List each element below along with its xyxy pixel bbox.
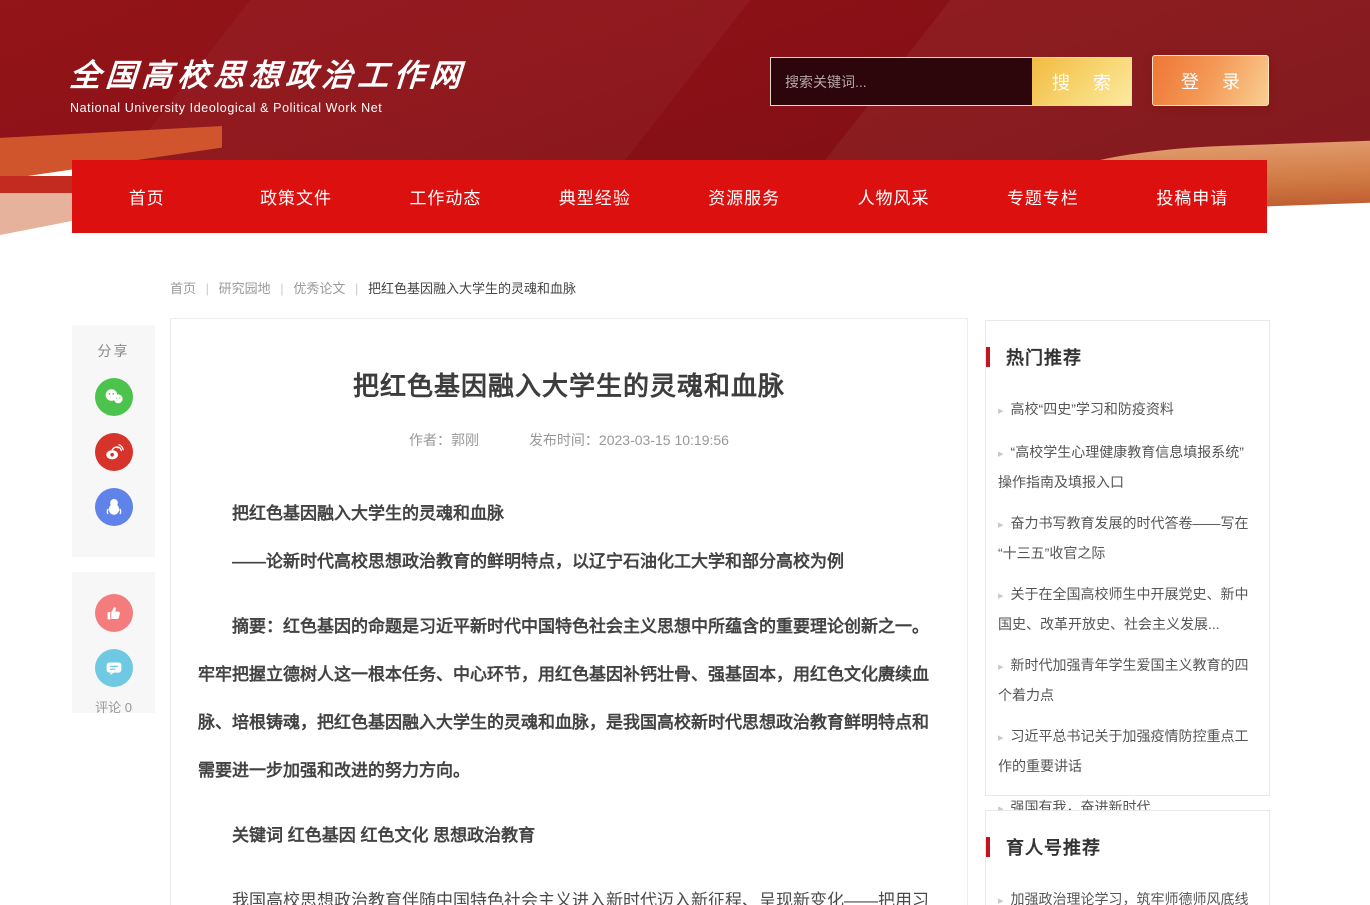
arrow-icon: ▸ — [998, 732, 1004, 744]
nav-item-home[interactable]: 首页 — [72, 184, 221, 209]
search-input[interactable] — [771, 58, 1032, 105]
list-item-label: 习近平总书记关于加强疫情防控重点工作的重要讲话 — [998, 728, 1249, 774]
login-button[interactable]: 登 录 — [1152, 55, 1269, 106]
hot-recommend-header: 热门推荐 — [986, 344, 1269, 370]
yuren-recommend-header: 育人号推荐 — [986, 834, 1269, 860]
site-logo[interactable]: 全国高校思想政治工作网 National University Ideologi… — [70, 50, 466, 115]
nav-item-topics[interactable]: 专题专栏 — [968, 184, 1117, 209]
comment-button[interactable] — [95, 649, 133, 687]
article-author: 作者：郭刚 — [409, 432, 479, 448]
qq-share-button[interactable] — [95, 488, 133, 526]
list-item[interactable]: ▸习近平总书记关于加强疫情防控重点工作的重要讲话 — [998, 722, 1255, 780]
list-item[interactable]: ▸“高校学生心理健康教育信息填报系统”操作指南及填报入口 — [998, 438, 1255, 496]
hot-recommend-panel: 热门推荐 ▸高校“四史”学习和防疫资料 ▸“高校学生心理健康教育信息填报系统”操… — [985, 320, 1270, 796]
article-keywords: 关键词 红色基因 红色文化 思想政治教育 — [198, 812, 929, 860]
site-logo-title: 全国高校思想政治工作网 — [68, 50, 467, 95]
comment-bubble-icon — [103, 657, 125, 679]
article-card: 把红色基因融入大学生的灵魂和血脉 作者：郭刚 发布时间：2023-03-15 1… — [170, 318, 968, 905]
article-body: 把红色基因融入大学生的灵魂和血脉 ——论新时代高校思想政治教育的鲜明特点，以辽宁… — [171, 490, 967, 905]
list-item-label: “高校学生心理健康教育信息填报系统”操作指南及填报入口 — [998, 444, 1244, 490]
yuren-recommend-panel: 育人号推荐 ▸ 加强政治理论学习，筑牢师德师风底线 — [985, 810, 1270, 905]
breadcrumb-papers[interactable]: 优秀论文 — [293, 281, 345, 296]
arrow-icon: ▸ — [998, 405, 1004, 417]
like-button[interactable] — [95, 594, 133, 632]
arrow-icon: ▸ — [998, 661, 1004, 673]
site-logo-subtitle: National University Ideological & Politi… — [70, 101, 466, 115]
share-panel: 分享 — [72, 325, 155, 557]
wechat-icon — [103, 386, 125, 408]
breadcrumb-separator: | — [280, 281, 283, 296]
arrow-icon: ▸ — [998, 895, 1004, 905]
list-item-label: 奋力书写教育发展的时代答卷——写在“十三五”收官之际 — [998, 515, 1249, 561]
nav-item-resources[interactable]: 资源服务 — [670, 184, 819, 209]
breadcrumb-separator: | — [206, 281, 209, 296]
yuren-recommend-title: 育人号推荐 — [1006, 834, 1101, 860]
breadcrumb-home[interactable]: 首页 — [170, 281, 196, 296]
reaction-panel: 评论 0 — [72, 572, 155, 713]
page: 全国高校思想政治工作网 National University Ideologi… — [0, 0, 1370, 905]
weibo-share-button[interactable] — [95, 433, 133, 471]
list-item-label: 关于在全国高校师生中开展党史、新中国史、改革开放史、社会主义发展... — [998, 586, 1249, 632]
arrow-icon: ▸ — [998, 590, 1004, 602]
yuren-recommend-list: ▸ 加强政治理论学习，筑牢师德师风底线 — [986, 866, 1269, 905]
red-bar-decoration — [986, 347, 990, 367]
breadcrumb-separator: | — [355, 281, 358, 296]
nav-item-work-news[interactable]: 工作动态 — [371, 184, 520, 209]
search-button[interactable]: 搜 索 — [1032, 58, 1131, 105]
wechat-share-button[interactable] — [95, 378, 133, 416]
nav-item-policy[interactable]: 政策文件 — [221, 184, 370, 209]
article-meta: 作者：郭刚 发布时间：2023-03-15 10:19:56 — [171, 430, 967, 450]
weibo-icon — [103, 441, 125, 463]
arrow-icon: ▸ — [998, 519, 1004, 531]
list-item[interactable]: ▸新时代加强青年学生爱国主义教育的四个着力点 — [998, 651, 1255, 709]
red-bar-decoration — [986, 837, 990, 857]
thumbs-up-icon — [103, 602, 125, 624]
list-item[interactable]: ▸ 加强政治理论学习，筑牢师德师风底线 — [998, 885, 1255, 905]
nav-item-people[interactable]: 人物风采 — [819, 184, 968, 209]
list-item-label: 高校“四史”学习和防疫资料 — [1011, 401, 1174, 417]
breadcrumb: 首页 | 研究园地 | 优秀论文 | 把红色基因融入大学生的灵魂和血脉 — [170, 278, 582, 297]
qq-icon — [103, 496, 125, 518]
share-label: 分享 — [72, 325, 155, 361]
article-subtitle-line1: 把红色基因融入大学生的灵魂和血脉 — [198, 490, 929, 538]
article-publish-time: 发布时间：2023-03-15 10:19:56 — [529, 432, 729, 448]
article-paragraph: 我国高校思想政治教育伴随中国特色社会主义进入新时代迈入新征程、呈现新变化——把用… — [198, 877, 929, 905]
list-item-label: 加强政治理论学习，筑牢师德师风底线 — [1011, 891, 1249, 905]
arrow-icon: ▸ — [998, 448, 1004, 460]
breadcrumb-research[interactable]: 研究园地 — [219, 281, 271, 296]
list-item[interactable]: ▸关于在全国高校师生中开展党史、新中国史、改革开放史、社会主义发展... — [998, 580, 1255, 638]
article-title: 把红色基因融入大学生的灵魂和血脉 — [171, 366, 967, 403]
list-item[interactable]: ▸ 高校“四史”学习和防疫资料 — [998, 395, 1255, 425]
breadcrumb-current: 把红色基因融入大学生的灵魂和血脉 — [368, 281, 576, 296]
article-abstract: 摘要：红色基因的命题是习近平新时代中国特色社会主义思想中所蕴含的重要理论创新之一… — [198, 603, 929, 795]
nav-item-experience[interactable]: 典型经验 — [520, 184, 669, 209]
article-subtitle-line2: ——论新时代高校思想政治教育的鲜明特点，以辽宁石油化工大学和部分高校为例 — [198, 538, 929, 586]
main-nav: 首页 政策文件 工作动态 典型经验 资源服务 人物风采 专题专栏 投稿申请 — [72, 160, 1267, 233]
comment-count: 评论 0 — [72, 697, 155, 716]
list-item-label: 新时代加强青年学生爱国主义教育的四个着力点 — [998, 657, 1249, 703]
hot-recommend-title: 热门推荐 — [1006, 344, 1082, 370]
nav-item-submit[interactable]: 投稿申请 — [1118, 184, 1267, 209]
list-item[interactable]: ▸奋力书写教育发展的时代答卷——写在“十三五”收官之际 — [998, 509, 1255, 567]
search-bar: 搜 索 — [770, 57, 1132, 106]
